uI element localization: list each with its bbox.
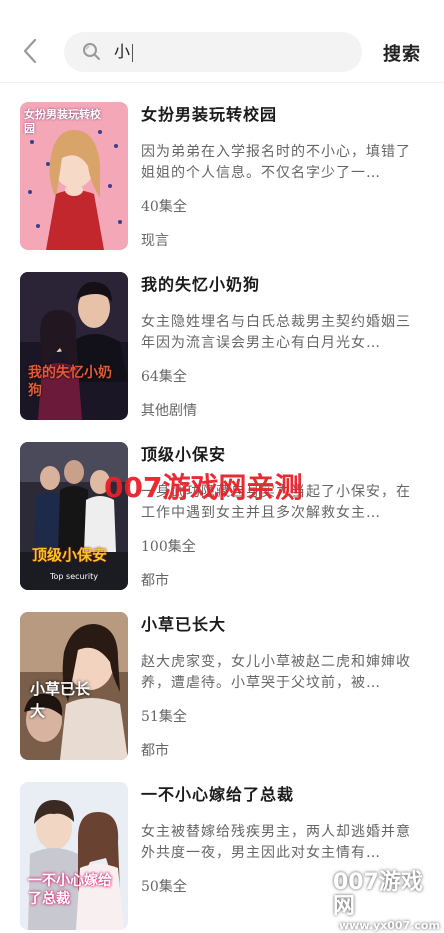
genre-label: 都市 xyxy=(141,743,169,759)
cover-image[interactable]: 一不小心嫁给了总裁 xyxy=(20,782,128,930)
watermark-corner-title: 007游戏网 xyxy=(333,870,423,919)
search-button[interactable]: 搜索 xyxy=(383,40,421,66)
result-title[interactable]: 顶级小保安 xyxy=(141,444,421,466)
cover-image[interactable]: 女扮男装玩转校园 xyxy=(20,102,128,250)
result-title[interactable]: 小草已长大 xyxy=(141,614,421,636)
cover-title-text: 我的失忆小奶狗 xyxy=(28,365,112,399)
episode-count: 64集全 xyxy=(141,369,187,385)
result-item[interactable]: 我的失忆小奶狗 我的失忆小奶狗 女主隐姓埋名与白氏总裁男主契约婚姻三年因为流言误… xyxy=(0,252,444,422)
genre-label: 其他剧情 xyxy=(141,403,197,419)
genre-label: 现言 xyxy=(141,233,169,249)
result-description: 因为弟弟在入学报名时的不小心，填错了姐姐的个人信息。不仅名字少了一… xyxy=(141,144,411,181)
search-box[interactable]: 小 xyxy=(64,32,362,72)
text-caret xyxy=(132,43,134,62)
result-description: 女主隐姓埋名与白氏总裁男主契约婚姻三年因为流言误会男主心有白月光女… xyxy=(141,314,411,351)
episode-count: 51集全 xyxy=(141,709,187,725)
genre-label: 都市 xyxy=(141,573,169,589)
back-arrow-icon[interactable] xyxy=(20,36,42,66)
result-info: 女扮男装玩转校园 因为弟弟在入学报名时的不小心，填错了姐姐的个人信息。不仅名字少… xyxy=(141,104,421,250)
cover-title-text: 女扮男装玩转校园 xyxy=(24,108,101,135)
result-description: 女主被替嫁给残疾男主，两人却逃婚并意外共度一夜，男主因此对女主情有… xyxy=(141,824,411,861)
result-description: 赵大虎家变，女儿小草被赵二虎和婶婶收养，遭虐待。小草哭于父坟前，被… xyxy=(141,654,411,691)
search-icon xyxy=(83,43,100,60)
search-input-value: 小 xyxy=(114,42,131,61)
result-info: 我的失忆小奶狗 女主隐姓埋名与白氏总裁男主契约婚姻三年因为流言误会男主心有白月光… xyxy=(141,274,421,420)
cover-subtitle-text: Top security xyxy=(50,572,98,581)
search-input[interactable]: 小 xyxy=(114,41,134,63)
watermark-corner-url: www.yx007.com xyxy=(339,919,440,932)
cover-title-text: 一不小心嫁给了总裁 xyxy=(28,873,112,907)
cover-image[interactable]: 顶级小保安 Top security xyxy=(20,442,128,590)
result-title[interactable]: 我的失忆小奶狗 xyxy=(141,274,421,296)
watermark-center: 007游戏网亲测 xyxy=(104,471,303,504)
result-title[interactable]: 女扮男装玩转校园 xyxy=(141,104,421,126)
cover-title-text: 小草已长大 xyxy=(30,680,91,720)
result-title[interactable]: 一不小心嫁给了总裁 xyxy=(141,784,421,806)
cover-image[interactable]: 小草已长大 xyxy=(20,612,128,760)
episode-count: 40集全 xyxy=(141,199,187,215)
watermark-corner: 007游戏网 www.yx007.com xyxy=(333,871,444,933)
header-bar: 小 搜索 xyxy=(0,0,444,83)
result-item[interactable]: 顶级小保安 Top security 顶级小保安 一身武功隐藏自身实力当起了小保… xyxy=(0,422,444,592)
episode-count: 100集全 xyxy=(141,539,196,555)
result-info: 小草已长大 赵大虎家变，女儿小草被赵二虎和婶婶收养，遭虐待。小草哭于父坟前，被…… xyxy=(141,614,421,760)
result-item[interactable]: 小草已长大 小草已长大 赵大虎家变，女儿小草被赵二虎和婶婶收养，遭虐待。小草哭于… xyxy=(0,592,444,762)
cover-image[interactable]: 我的失忆小奶狗 xyxy=(20,272,128,420)
cover-title-text: 顶级小保安 xyxy=(32,546,108,564)
result-item[interactable]: 女扮男装玩转校园 女扮男装玩转校园 因为弟弟在入学报名时的不小心，填错了姐姐的个… xyxy=(0,82,444,252)
